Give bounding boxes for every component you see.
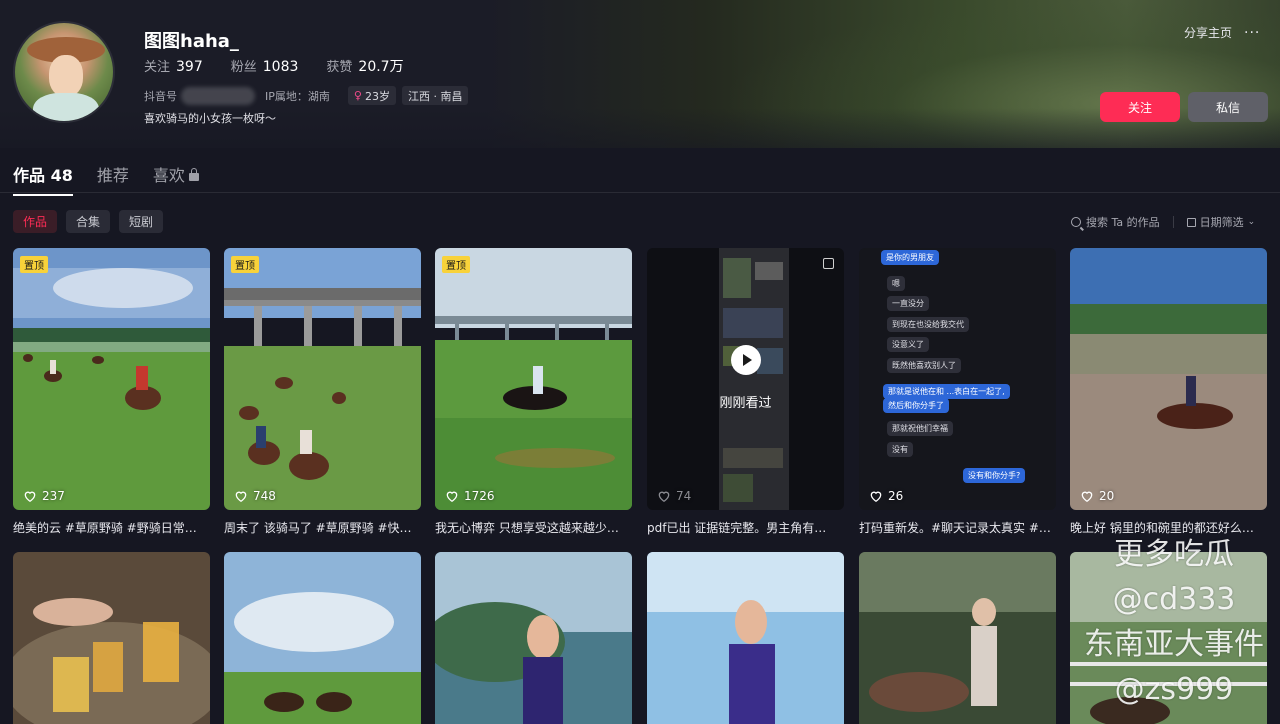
location-tag: 江西 · 南昌: [401, 86, 469, 105]
watermark-overlay: 更多吃瓜 @cd333 东南亚大事件 @zs999: [1084, 537, 1264, 707]
heart-icon: [1081, 491, 1093, 503]
search-icon[interactable]: [1071, 217, 1081, 227]
video-caption[interactable]: 绝美的云 #草原野骑 #野骑日常…: [13, 519, 210, 536]
video-caption[interactable]: 打码重新发。#聊天记录太真实 #…: [859, 519, 1056, 536]
more-icon[interactable]: ···: [1244, 25, 1260, 41]
share-area: 分享主页 ···: [1184, 24, 1260, 41]
video-thumbnail[interactable]: 置顶 748: [224, 248, 421, 510]
tab-recommend[interactable]: 推荐: [97, 162, 129, 196]
multi-image-icon: [823, 258, 834, 269]
calendar-icon: [1186, 217, 1196, 227]
video-caption[interactable]: 周末了 该骑马了 #草原野骑 #快…: [224, 519, 421, 536]
video-thumbnail[interactable]: 置顶 1726: [435, 248, 632, 510]
video-likes: 26: [869, 489, 903, 503]
profile-tabs: 作品 48 推荐 喜欢: [13, 162, 223, 196]
video-thumbnail[interactable]: 刚刚看过 74: [647, 248, 844, 510]
lock-icon: [188, 168, 199, 181]
followers-stat[interactable]: 粉丝 1083: [231, 56, 299, 76]
video-caption[interactable]: pdf已出 证据链完整。男主角有…: [647, 519, 844, 536]
subtab-short-drama[interactable]: 短剧: [119, 210, 164, 233]
video-likes: 1726: [445, 489, 495, 503]
video-thumbnail[interactable]: 是你的男朋友 嗯 一直没分 到现在也没给我交代 没意义了 既然他喜欢别人了 那就…: [859, 248, 1056, 510]
ip-location: IP属地：湖南: [265, 89, 330, 103]
female-icon: ♀: [353, 89, 362, 102]
pinned-badge: 置顶: [231, 256, 259, 273]
profile-stats: 关注 397 粉丝 1083 获赞 20.7万: [144, 56, 432, 76]
video-thumbnail[interactable]: [13, 552, 210, 724]
heart-icon: [658, 491, 670, 503]
video-caption[interactable]: 我无心博弈 只想享受这越来越少…: [435, 519, 632, 536]
tab-works[interactable]: 作品 48: [13, 162, 73, 196]
chevron-down-icon: ⌄: [1247, 217, 1256, 227]
heart-icon: [870, 491, 882, 503]
tab-likes[interactable]: 喜欢: [153, 162, 199, 196]
pinned-badge: 置顶: [442, 256, 470, 273]
recently-watched-label: 刚刚看过: [719, 396, 772, 411]
message-button[interactable]: 私信: [1188, 92, 1268, 122]
date-filter-button[interactable]: 日期筛选 ⌄: [1186, 214, 1256, 230]
profile-meta: 抖音号 IP属地：湖南 ♀ 23岁 江西 · 南昌: [144, 86, 474, 105]
douyin-id-label: 抖音号: [144, 89, 177, 103]
subtab-works[interactable]: 作品: [13, 210, 58, 233]
works-tools: 搜索 Ta 的作品 日期筛选 ⌄: [1071, 214, 1255, 230]
video-likes: 748: [234, 489, 276, 503]
video-thumbnail[interactable]: [435, 552, 632, 724]
following-stat[interactable]: 关注 397: [144, 56, 203, 76]
subtabs: 作品 合集 短剧: [13, 210, 164, 233]
video-thumbnail[interactable]: 置顶 237: [13, 248, 210, 510]
blurred-douyin-id: [181, 86, 255, 105]
play-icon[interactable]: [731, 345, 761, 375]
heart-icon: [446, 491, 458, 503]
video-thumbnail[interactable]: [859, 552, 1056, 724]
pinned-badge: 置顶: [20, 256, 48, 273]
follow-button[interactable]: 关注: [1100, 92, 1180, 122]
video-thumbnail[interactable]: 20: [1070, 248, 1267, 510]
search-works-input[interactable]: 搜索 Ta 的作品: [1086, 214, 1160, 230]
subtab-collections[interactable]: 合集: [66, 210, 111, 233]
heart-icon: [24, 491, 36, 503]
nickname: 图图haha_: [144, 31, 239, 52]
video-thumbnail[interactable]: [647, 552, 844, 724]
video-likes: 237: [23, 489, 65, 503]
share-profile-button[interactable]: 分享主页: [1184, 24, 1232, 41]
profile-page: 图图haha_ 关注 397 粉丝 1083 获赞 20.7万 抖音号 IP属地…: [0, 0, 1280, 724]
age-tag: ♀ 23岁: [347, 86, 396, 105]
heart-icon: [235, 491, 247, 503]
video-thumbnail[interactable]: [224, 552, 421, 724]
avatar[interactable]: [13, 21, 115, 123]
video-likes: 20: [1080, 489, 1114, 503]
likes-stat: 获赞 20.7万: [326, 59, 404, 75]
bio: 喜欢骑马的小女孩一枚呀～: [144, 112, 276, 125]
chat-screenshot: 是你的男朋友 嗯 一直没分 到现在也没给我交代 没意义了 既然他喜欢别人了 那就…: [859, 248, 1056, 510]
video-likes: 74: [657, 489, 691, 503]
